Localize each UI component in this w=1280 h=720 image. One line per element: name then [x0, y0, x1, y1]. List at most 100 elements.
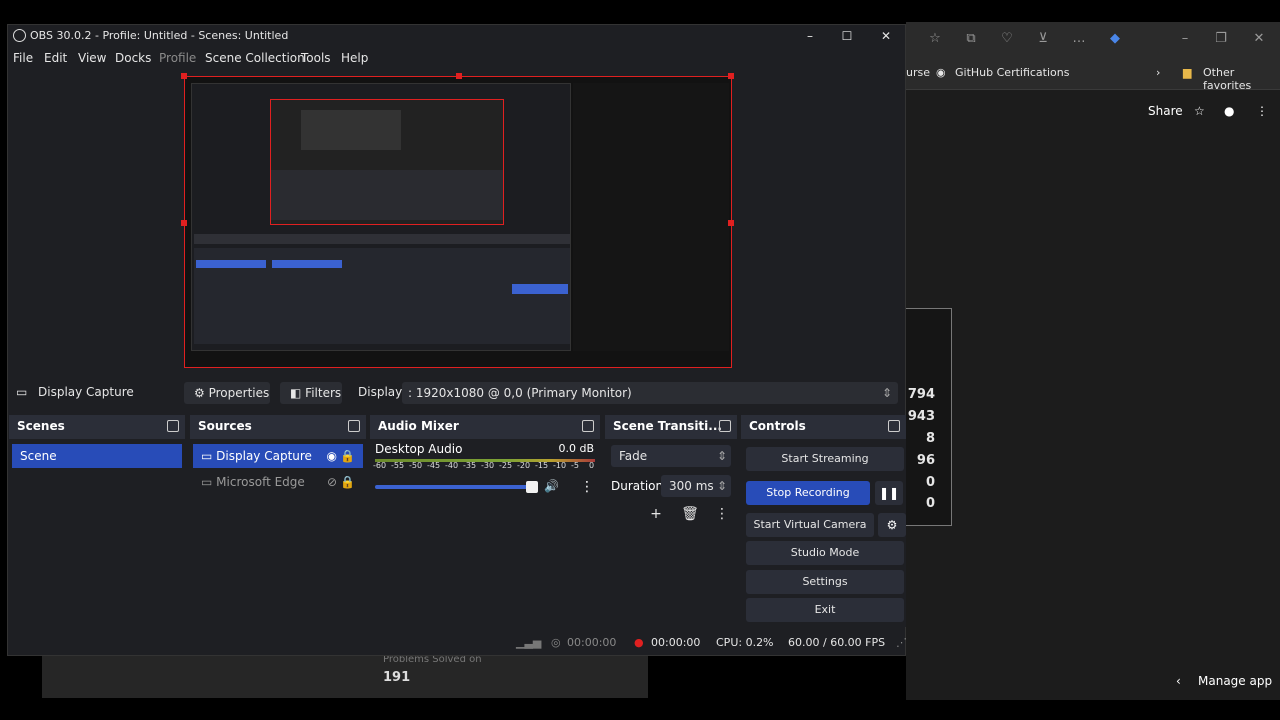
speaker-icon[interactable]: 🔊 [544, 479, 559, 493]
stream-icon: ◎ [551, 636, 561, 649]
filters-button[interactable]: ◧ Filters [280, 382, 342, 404]
stat-value: 0 [925, 496, 935, 511]
undock-icon[interactable] [888, 420, 900, 432]
restore-icon[interactable]: ❐ [1212, 30, 1230, 48]
kebab-menu-icon[interactable]: ⋮ [580, 479, 594, 495]
display-capture-preview[interactable] [181, 73, 734, 368]
controls-dock: Controls Start Streaming Stop Recording … [741, 415, 906, 627]
undock-icon[interactable] [348, 420, 360, 432]
copilot-icon[interactable]: ◆ [1106, 30, 1124, 48]
github-icon[interactable]: ● [1224, 104, 1234, 118]
preview-area[interactable] [8, 69, 905, 379]
nested-source-bar [194, 234, 570, 244]
kebab-menu-icon[interactable]: ⋮ [713, 505, 731, 523]
transition-select[interactable]: Fade ⇕ [611, 445, 731, 467]
window-icon: ▭ [201, 475, 213, 489]
settings-button[interactable]: Settings [746, 570, 904, 594]
start-streaming-button[interactable]: Start Streaming [746, 447, 904, 471]
status-bar: ▁▃▅ ◎ 00:00:00 ● 00:00:00 CPU: 0.2% 60.0… [8, 631, 907, 655]
kebab-menu-icon[interactable]: ⋮ [1256, 104, 1268, 118]
add-icon[interactable]: + [647, 505, 665, 523]
volume-slider-handle[interactable] [526, 481, 538, 493]
dock-title: Scenes [17, 419, 65, 433]
meter-tick: -50 [409, 461, 423, 470]
more-icon[interactable]: … [1070, 30, 1088, 48]
menu-scene-collection[interactable]: Scene Collection [205, 51, 305, 65]
duration-spinbox[interactable]: 300 ms ⇕ [661, 475, 731, 497]
resize-handle[interactable] [456, 73, 462, 79]
dock-header: Scenes [9, 415, 185, 439]
duration-label: Duration [611, 479, 664, 493]
menu-tools[interactable]: Tools [301, 51, 331, 65]
mixer-body: Desktop Audio 0.0 dB -60 -55 -50 -45 -40… [370, 439, 600, 627]
obs-window: OBS 30.0.2 - Profile: Untitled - Scenes:… [7, 24, 907, 656]
menu-profile[interactable]: Profile [159, 51, 196, 65]
resize-handle[interactable] [728, 73, 734, 79]
star-icon[interactable]: ☆ [1194, 104, 1205, 118]
minimize-icon[interactable]: – [1176, 30, 1194, 48]
eye-hidden-icon[interactable]: ⊘ [327, 470, 337, 494]
manage-app-link[interactable]: Manage app [1198, 674, 1272, 688]
resize-grip-icon[interactable]: ⋰ [896, 636, 907, 649]
favorite-partial[interactable]: urse [906, 66, 930, 79]
properties-button[interactable]: ⚙ Properties [184, 382, 270, 404]
lock-icon[interactable]: 🔒 [340, 444, 355, 468]
start-virtual-camera-button[interactable]: Start Virtual Camera [746, 513, 874, 537]
extensions-icon[interactable]: ♡ [998, 30, 1016, 48]
filters-label: Filters [305, 386, 342, 400]
studio-mode-button[interactable]: Studio Mode [746, 541, 904, 565]
lock-icon[interactable]: 🔒 [340, 470, 355, 494]
meter-tick: -35 [463, 461, 477, 470]
pause-icon[interactable]: ❚❚ [875, 481, 903, 505]
undock-icon[interactable] [582, 420, 594, 432]
minimize-icon[interactable]: – [798, 27, 822, 45]
resize-handle[interactable] [181, 73, 187, 79]
scene-transitions-dock: Scene Transiti... Fade ⇕ Duration 300 ms… [605, 415, 737, 627]
resize-handle[interactable] [728, 220, 734, 226]
dock-title: Sources [198, 419, 252, 433]
source-label: Microsoft Edge [216, 475, 305, 489]
obs-titlebar: OBS 30.0.2 - Profile: Untitled - Scenes:… [8, 25, 905, 47]
stop-recording-button[interactable]: Stop Recording [746, 481, 870, 505]
undock-icon[interactable] [719, 420, 731, 432]
exit-button[interactable]: Exit [746, 598, 904, 622]
channel-level: 0.0 dB [558, 442, 594, 455]
dock-header: Audio Mixer [370, 415, 600, 439]
stat-value: 96 [916, 453, 935, 468]
gear-icon[interactable]: ⚙ [878, 513, 906, 537]
menu-edit[interactable]: Edit [44, 51, 67, 65]
stat-value: 943 [907, 409, 935, 424]
meter-tick: -30 [481, 461, 495, 470]
source-toolbar: ▭ Display Capture ⚙ Properties ◧ Filters… [8, 379, 905, 407]
dock-header: Sources [190, 415, 366, 439]
menu-view[interactable]: View [78, 51, 106, 65]
favorite-github-certifications[interactable]: GitHub Certifications [955, 66, 1069, 79]
eye-icon[interactable]: ◉ [327, 444, 337, 468]
menu-docks[interactable]: Docks [115, 51, 151, 65]
collections-icon[interactable]: ⧉ [962, 30, 980, 48]
favorite-star-icon[interactable]: ☆ [926, 30, 944, 48]
chevron-left-icon[interactable]: ‹ [1176, 674, 1181, 688]
source-item[interactable]: ▭ Microsoft Edge ⊘ 🔒 [193, 470, 363, 494]
display-select[interactable]: : 1920x1080 @ 0,0 (Primary Monitor) ⇕ [402, 382, 898, 404]
share-button[interactable]: Share [1148, 104, 1183, 118]
duration-value: 300 ms [669, 479, 714, 493]
folder-icon: ▆ [1183, 66, 1192, 79]
chevron-right-icon[interactable]: › [1156, 66, 1160, 79]
close-icon[interactable]: ✕ [874, 27, 898, 45]
menu-help[interactable]: Help [341, 51, 368, 65]
meter-tick: -55 [391, 461, 405, 470]
window-title: OBS 30.0.2 - Profile: Untitled - Scenes:… [30, 29, 289, 42]
maximize-icon[interactable]: ☐ [835, 27, 859, 45]
close-icon[interactable]: ✕ [1250, 30, 1268, 48]
favorite-other[interactable]: Other favorites [1203, 66, 1280, 92]
resize-handle[interactable] [181, 220, 187, 226]
undock-icon[interactable] [167, 420, 179, 432]
downloads-icon[interactable]: ⊻ [1034, 30, 1052, 48]
stream-time: 00:00:00 [567, 636, 617, 649]
menu-file[interactable]: File [13, 51, 33, 65]
scene-item[interactable]: Scene [12, 444, 182, 468]
trash-icon[interactable]: 🗑 [681, 505, 699, 523]
volume-slider-track[interactable] [375, 485, 537, 489]
source-item[interactable]: ▭ Display Capture ◉ 🔒 [193, 444, 363, 468]
